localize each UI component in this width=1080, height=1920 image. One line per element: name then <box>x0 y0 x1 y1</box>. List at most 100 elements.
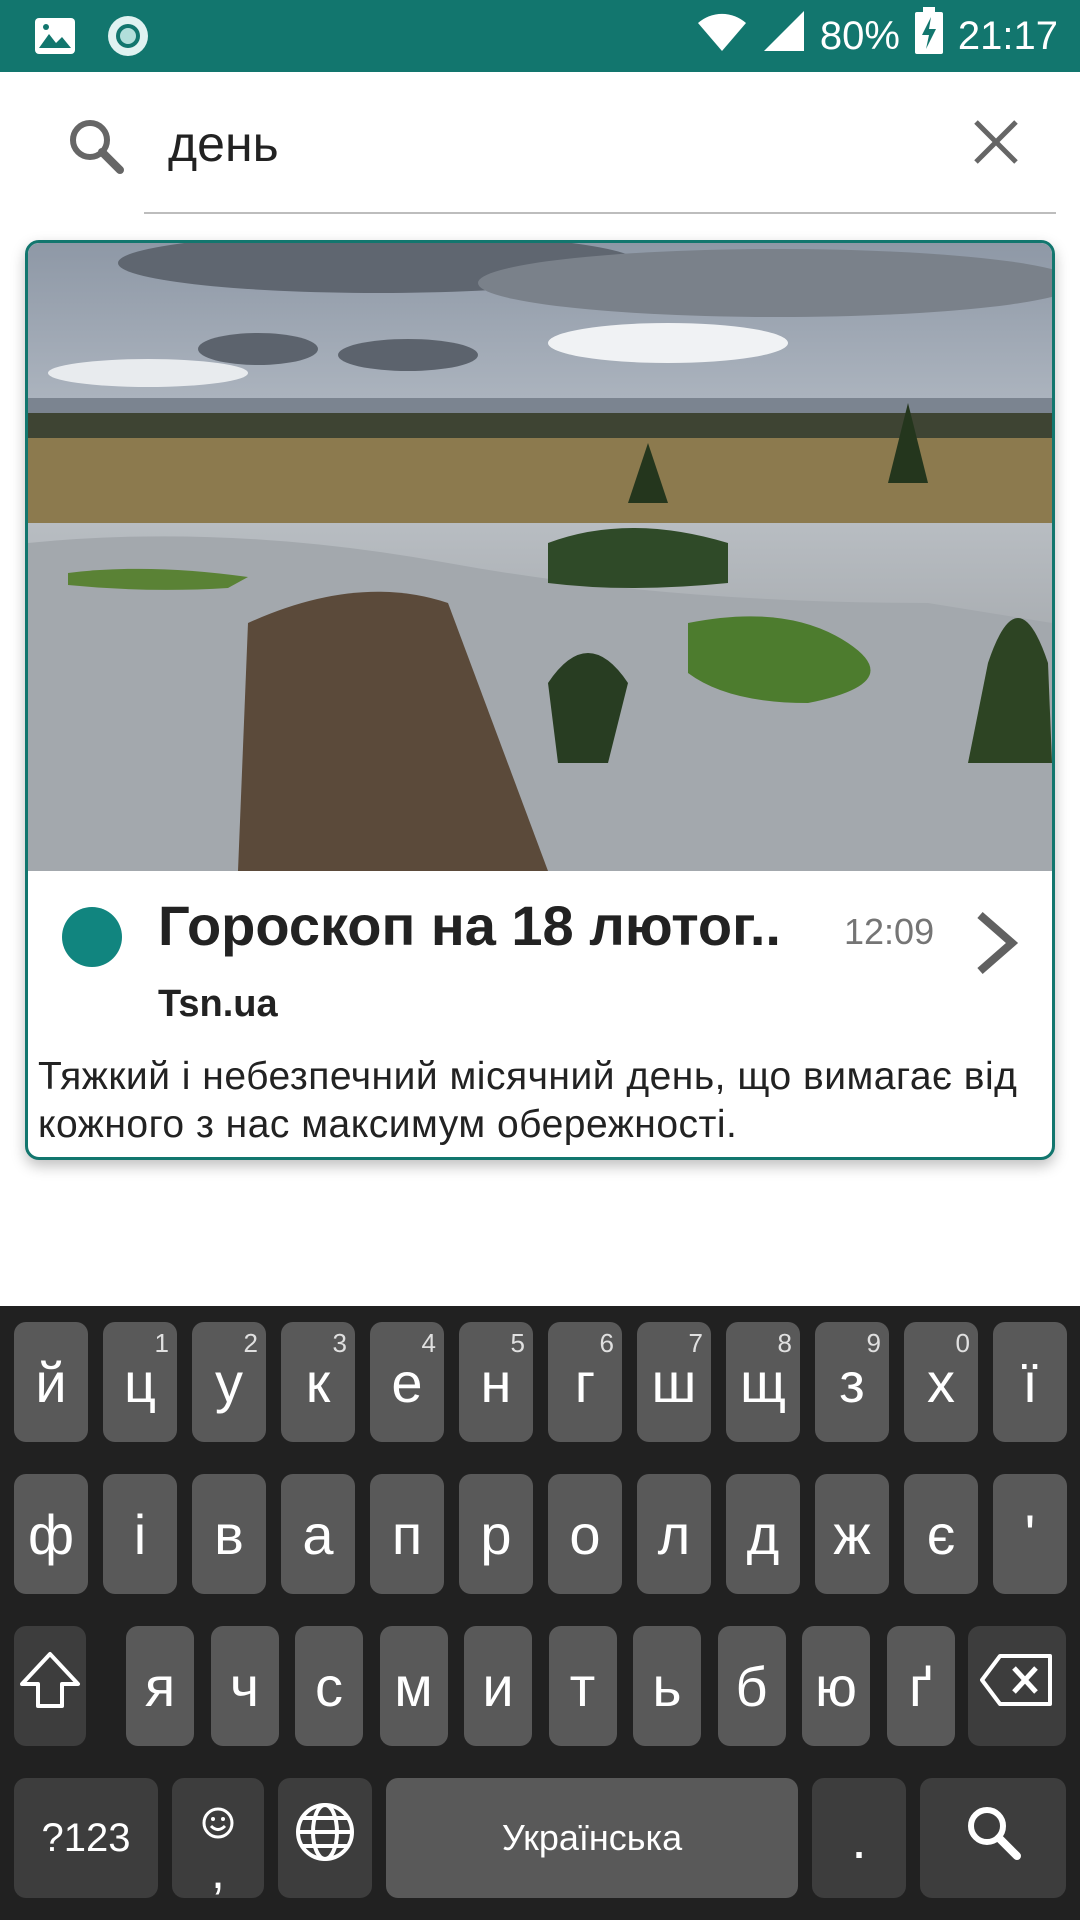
key-row2-5[interactable]: р <box>459 1474 533 1594</box>
key-row2-4[interactable]: п <box>370 1474 444 1594</box>
shift-icon <box>18 1648 82 1725</box>
status-right: 80% 21:17 <box>696 0 1058 72</box>
key-row3-7[interactable]: б <box>717 1626 786 1746</box>
key-row3-3[interactable]: м <box>379 1626 448 1746</box>
key-row1-10[interactable]: х0 <box>904 1322 978 1442</box>
key-row3-6[interactable]: ь <box>633 1626 701 1746</box>
key-label: б <box>735 1654 768 1718</box>
key-row2-10[interactable]: є <box>904 1474 978 1594</box>
key-row1-1[interactable]: ц1 <box>103 1322 177 1442</box>
key-label: н <box>480 1350 512 1414</box>
key-label: у <box>215 1350 243 1414</box>
key-label: я <box>144 1654 176 1718</box>
key-row3-5[interactable]: т <box>548 1626 617 1746</box>
key-label: р <box>480 1502 512 1566</box>
key-label: є <box>926 1502 956 1566</box>
wifi-icon <box>696 9 748 63</box>
key-row1-7[interactable]: ш7 <box>637 1322 711 1442</box>
search-icon <box>963 1802 1023 1875</box>
key-number-hint: 3 <box>332 1328 347 1358</box>
key-label: о <box>569 1502 601 1566</box>
key-row1-2[interactable]: у2 <box>192 1322 266 1442</box>
key-number-hint: 5 <box>510 1328 525 1358</box>
key-number-hint: 2 <box>243 1328 258 1358</box>
search-input[interactable] <box>144 102 944 186</box>
key-row2-8[interactable]: д <box>726 1474 800 1594</box>
key-row2-0[interactable]: ф <box>14 1474 88 1594</box>
key-row1-0[interactable]: й <box>14 1322 88 1442</box>
key-number-hint: 6 <box>599 1328 614 1358</box>
key-row3-8[interactable]: ю <box>802 1626 870 1746</box>
key-row2-2[interactable]: в <box>192 1474 266 1594</box>
period-key[interactable]: . <box>812 1778 906 1898</box>
emoji-comma-key[interactable]: , <box>172 1778 264 1898</box>
language-key[interactable] <box>278 1778 372 1898</box>
source-dot <box>62 907 122 967</box>
key-row3-1[interactable]: ч <box>210 1626 279 1746</box>
key-label: к <box>305 1350 331 1414</box>
search-underline <box>144 212 1056 214</box>
news-title: Гороскоп на 18 лютог.. <box>158 894 781 957</box>
key-row2-6[interactable]: о <box>548 1474 622 1594</box>
battery-percent: 80% <box>819 13 900 58</box>
key-label: т <box>569 1654 596 1718</box>
comma-label: , <box>211 1842 225 1899</box>
key-label: п <box>391 1502 423 1566</box>
key-row1-5[interactable]: н5 <box>459 1322 533 1442</box>
key-row1-3[interactable]: к3 <box>281 1322 355 1442</box>
keyboard: йц1у2к3е4н5г6ш7щ8з9х0ї ф і в а п р о л д ж є ' ячсм… <box>0 1306 1080 1920</box>
key-row1-4[interactable]: е4 <box>370 1322 444 1442</box>
shift-key[interactable] <box>14 1626 86 1746</box>
key-row3-0[interactable]: я <box>126 1626 194 1746</box>
key-row2-9[interactable]: ж <box>815 1474 889 1594</box>
key-row2-11[interactable]: ' <box>993 1474 1067 1594</box>
battery-charging-icon <box>914 7 944 65</box>
key-label: ц <box>123 1350 157 1414</box>
key-label: ь <box>652 1654 682 1718</box>
key-row2-1[interactable]: і <box>103 1474 177 1594</box>
key-label: щ <box>739 1350 787 1414</box>
key-number-hint: 1 <box>154 1328 169 1358</box>
key-row3-4[interactable]: и <box>464 1626 532 1746</box>
key-number-hint: 7 <box>688 1328 703 1358</box>
key-label: с <box>315 1654 343 1718</box>
key-number-hint: 0 <box>955 1328 970 1358</box>
key-row2-7[interactable]: л <box>637 1474 711 1594</box>
status-left-icons <box>34 14 150 63</box>
key-row3-9[interactable]: ґ <box>886 1626 955 1746</box>
key-row1-8[interactable]: щ8 <box>726 1322 800 1442</box>
key-number-hint: 4 <box>421 1328 436 1358</box>
news-time: 12:09 <box>844 911 935 952</box>
key-label: л <box>657 1502 691 1566</box>
key-row3-2[interactable]: с <box>295 1626 363 1746</box>
status-bar: 80% 21:17 <box>0 0 1080 72</box>
key-label: и <box>482 1654 514 1718</box>
key-label: е <box>391 1350 423 1414</box>
key-label: ґ <box>908 1654 933 1718</box>
key-number-hint: 9 <box>866 1328 881 1358</box>
space-key[interactable]: Українська <box>386 1778 798 1898</box>
news-description: Тяжкий і небезпечний місячний день, що в… <box>38 1055 1018 1146</box>
key-label: ї <box>1022 1350 1038 1414</box>
backspace-key[interactable] <box>968 1626 1066 1746</box>
key-row1-6[interactable]: г6 <box>548 1322 622 1442</box>
key-label: г <box>574 1350 596 1414</box>
search-action-key[interactable] <box>920 1778 1066 1898</box>
key-row1-9[interactable]: з9 <box>815 1322 889 1442</box>
key-label: з <box>839 1350 865 1414</box>
key-label: ф <box>27 1502 75 1566</box>
key-label: ш <box>651 1350 697 1414</box>
clock: 21:17 <box>957 13 1058 58</box>
key-row2-3[interactable]: а <box>281 1474 355 1594</box>
key-row1-11[interactable]: ї <box>993 1322 1067 1442</box>
chevron-right-icon[interactable] <box>968 903 1028 983</box>
news-card[interactable]: Гороскоп на 18 лютог.. 12:09 Tsn.ua Тяжк… <box>25 240 1055 1160</box>
key-label: д <box>746 1502 780 1566</box>
search-bar <box>0 72 1080 214</box>
search-icon[interactable] <box>64 114 128 178</box>
key-label: а <box>302 1502 334 1566</box>
close-icon[interactable] <box>968 114 1024 170</box>
symbols-key[interactable]: ?123 <box>14 1778 158 1898</box>
record-icon <box>106 14 150 63</box>
key-label: й <box>35 1350 67 1414</box>
